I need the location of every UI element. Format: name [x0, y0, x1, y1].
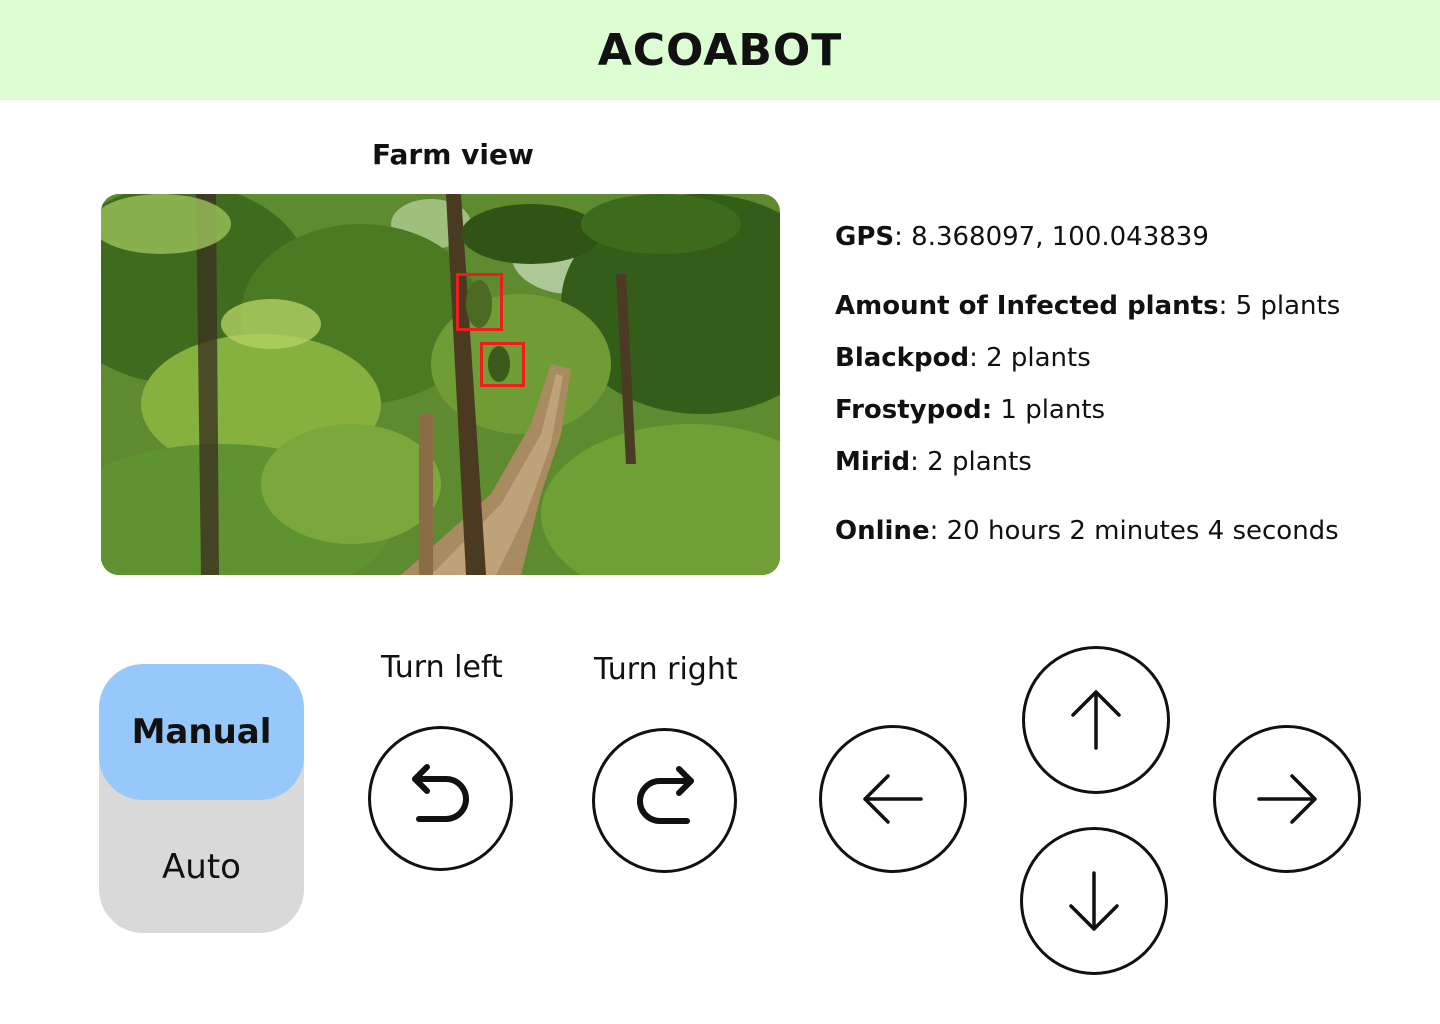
mode-switch: Manual Auto [99, 664, 304, 933]
online-label: Online [835, 516, 930, 546]
gps-value: 8.368097, 100.043839 [911, 222, 1209, 252]
turn-right-icon [636, 765, 694, 824]
frostypod-readout: Frostypod: 1 plants [835, 395, 1105, 425]
gps-label: GPS [835, 222, 895, 252]
detection-box [456, 273, 503, 331]
farm-scene-image [101, 194, 780, 575]
arrow-up-icon [1071, 690, 1121, 750]
move-backward-button[interactable] [1020, 827, 1168, 975]
arrow-right-icon [1257, 774, 1317, 824]
frostypod-value: 1 plants [1000, 395, 1106, 425]
move-forward-button[interactable] [1022, 646, 1170, 794]
farm-camera-view [101, 194, 780, 575]
move-right-button[interactable] [1213, 725, 1361, 873]
turn-left-icon [411, 763, 469, 822]
auto-mode-button[interactable]: Auto [99, 800, 304, 933]
manual-mode-button[interactable]: Manual [99, 664, 304, 800]
infected-readout: Amount of Infected plants: 5 plants [835, 291, 1341, 321]
blackpod-label: Blackpod [835, 343, 970, 373]
gps-readout: GPS: 8.368097, 100.043839 [835, 222, 1209, 252]
arrow-left-icon [863, 774, 923, 824]
farm-view-label: Farm view [372, 138, 534, 171]
turn-right-label: Turn right [594, 652, 738, 687]
header-bar: ACOABOT [0, 0, 1440, 100]
turn-right-button[interactable] [592, 728, 737, 873]
frostypod-label: Frostypod: [835, 395, 993, 425]
move-left-button[interactable] [819, 725, 967, 873]
mirid-label: Mirid [835, 447, 911, 477]
blackpod-value: 2 plants [986, 343, 1091, 373]
acoabot-dashboard: ACOABOT Farm view GPS: 8.368097, 100.043… [0, 0, 1440, 1024]
app-title: ACOABOT [597, 24, 843, 76]
online-readout: Online: 20 hours 2 minutes 4 seconds [835, 516, 1339, 546]
mirid-readout: Mirid: 2 plants [835, 447, 1032, 477]
online-value: 20 hours 2 minutes 4 seconds [946, 516, 1339, 546]
arrow-down-icon [1069, 871, 1119, 931]
mirid-value: 2 plants [927, 447, 1032, 477]
turn-left-label: Turn left [381, 650, 503, 685]
infected-value: 5 plants [1235, 291, 1341, 321]
turn-left-button[interactable] [368, 726, 513, 871]
infected-label: Amount of Infected plants [835, 291, 1219, 321]
detection-box [480, 342, 525, 387]
blackpod-readout: Blackpod: 2 plants [835, 343, 1091, 373]
